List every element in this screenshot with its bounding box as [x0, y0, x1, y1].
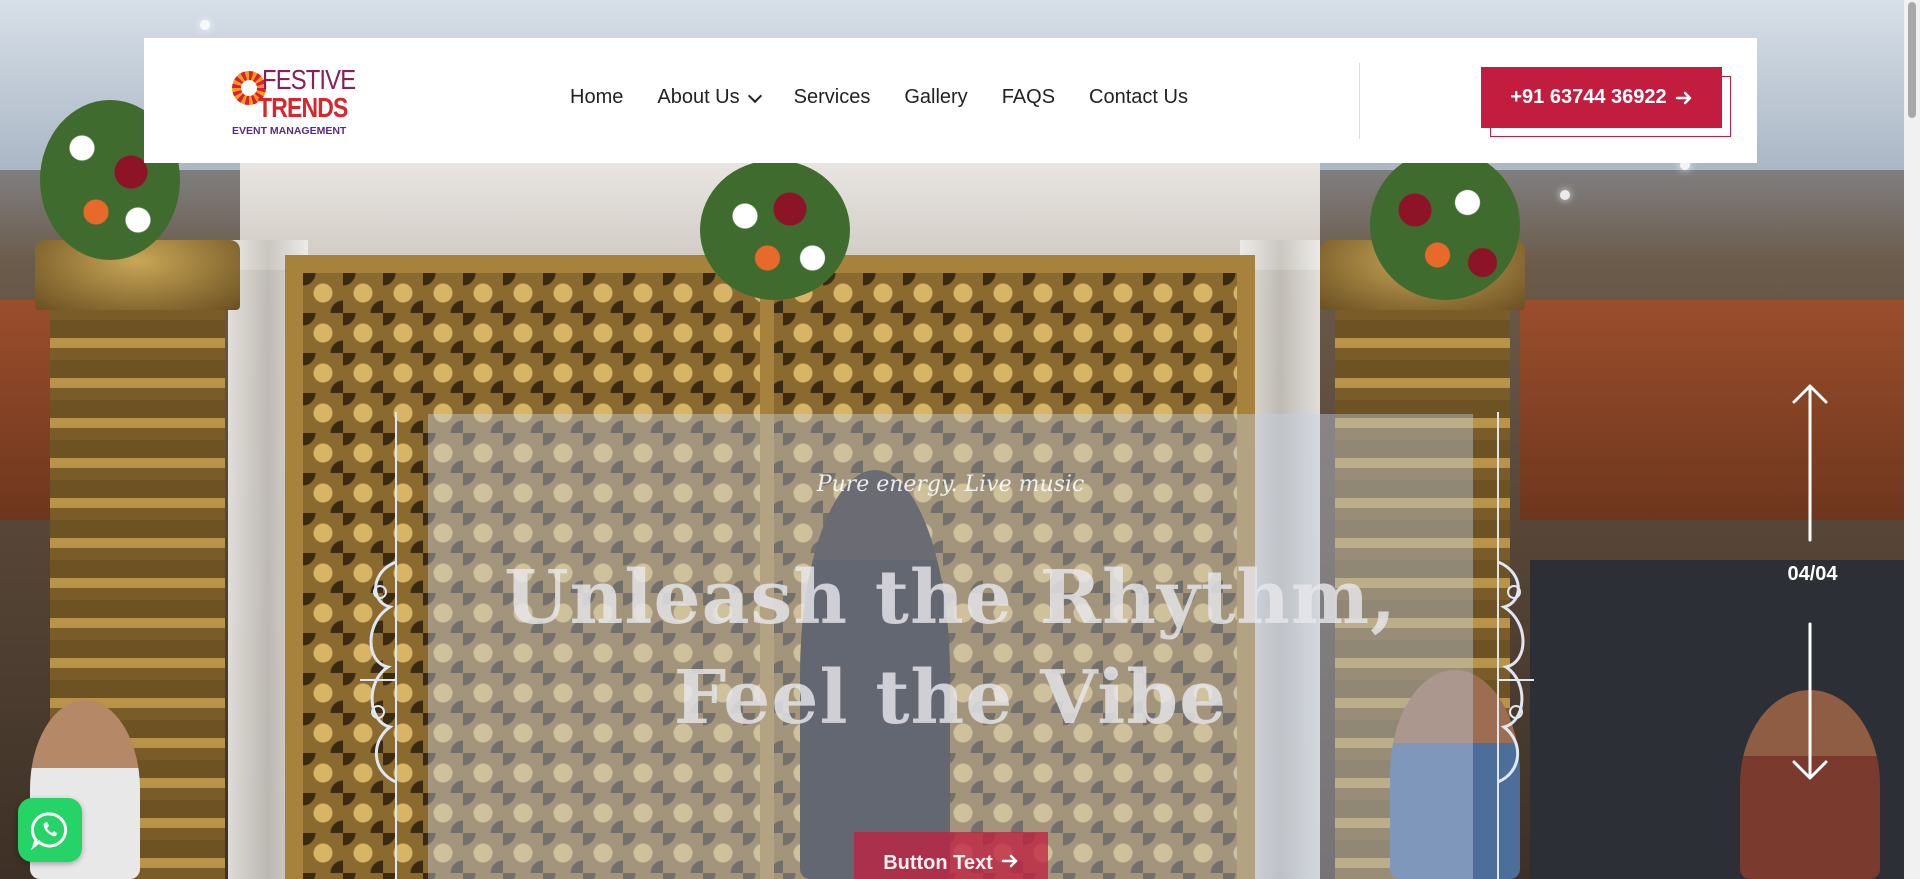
logo-text-trends: TRENDS: [258, 92, 348, 123]
scrollbar-thumb[interactable]: [1908, 2, 1916, 118]
wood-wall: [1520, 300, 1904, 520]
arrow-down-icon[interactable]: [1790, 622, 1830, 782]
chevron-down-icon: [747, 88, 762, 103]
hero-cta-button[interactable]: Button Text: [854, 832, 1048, 879]
hero-headline: Unleash the Rhythm, Feel the Vibe: [428, 548, 1473, 748]
arrow-right-icon: [1001, 854, 1018, 868]
call-button-label: +91 63744 36922: [1510, 86, 1667, 108]
call-phone-button[interactable]: +91 63744 36922: [1481, 67, 1722, 128]
logo-text-festive: FESTIVE: [262, 64, 356, 95]
flower-bouquet: [700, 160, 850, 300]
nav-item-label: About Us: [657, 86, 740, 108]
logo-text-subtitle: EVENT MANAGEMENT: [232, 125, 347, 137]
nav-item-contact-us[interactable]: Contact Us: [1089, 86, 1188, 109]
nav-item-label: Gallery: [904, 86, 968, 108]
hero-headline-line2: Feel the Vibe: [673, 655, 1228, 741]
header-divider: [1359, 63, 1360, 139]
hero-headline-line1: Unleash the Rhythm,: [504, 555, 1397, 641]
nav-item-label: Contact Us: [1089, 86, 1188, 108]
nav-item-about-us[interactable]: About Us: [657, 86, 762, 109]
nav-item-label: Services: [793, 86, 871, 108]
ceiling-light: [200, 20, 210, 30]
nav-item-home[interactable]: Home: [570, 86, 623, 109]
page-scrollbar[interactable]: [1904, 0, 1920, 879]
hero-cta-label: Button Text: [883, 852, 993, 874]
main-nav: Home About Us Services Gallery FAQS Cont…: [570, 86, 1188, 109]
arrow-up-icon[interactable]: [1790, 382, 1830, 542]
hero-tagline: Pure energy. Live music: [816, 472, 1085, 497]
nav-item-gallery[interactable]: Gallery: [904, 86, 967, 109]
whatsapp-icon: [30, 812, 68, 850]
whatsapp-button[interactable]: [18, 798, 82, 862]
brand-logo[interactable]: FESTIVE TRENDS EVENT MANAGEMENT: [232, 64, 356, 137]
nav-item-label: Home: [570, 86, 624, 108]
left-ornament-icon: [360, 412, 397, 879]
arrow-right-icon: [1675, 91, 1691, 104]
site-header: FESTIVE TRENDS EVENT MANAGEMENT Home Abo…: [144, 38, 1757, 163]
right-ornament-icon: [1497, 412, 1534, 879]
nav-item-services[interactable]: Services: [794, 86, 871, 109]
slide-counter: 04/04: [1787, 563, 1838, 585]
nav-item-faqs[interactable]: FAQS: [1002, 86, 1055, 109]
nav-item-label: FAQS: [1001, 86, 1056, 108]
ceiling-light: [1560, 190, 1570, 200]
flower-bouquet: [1370, 150, 1520, 300]
